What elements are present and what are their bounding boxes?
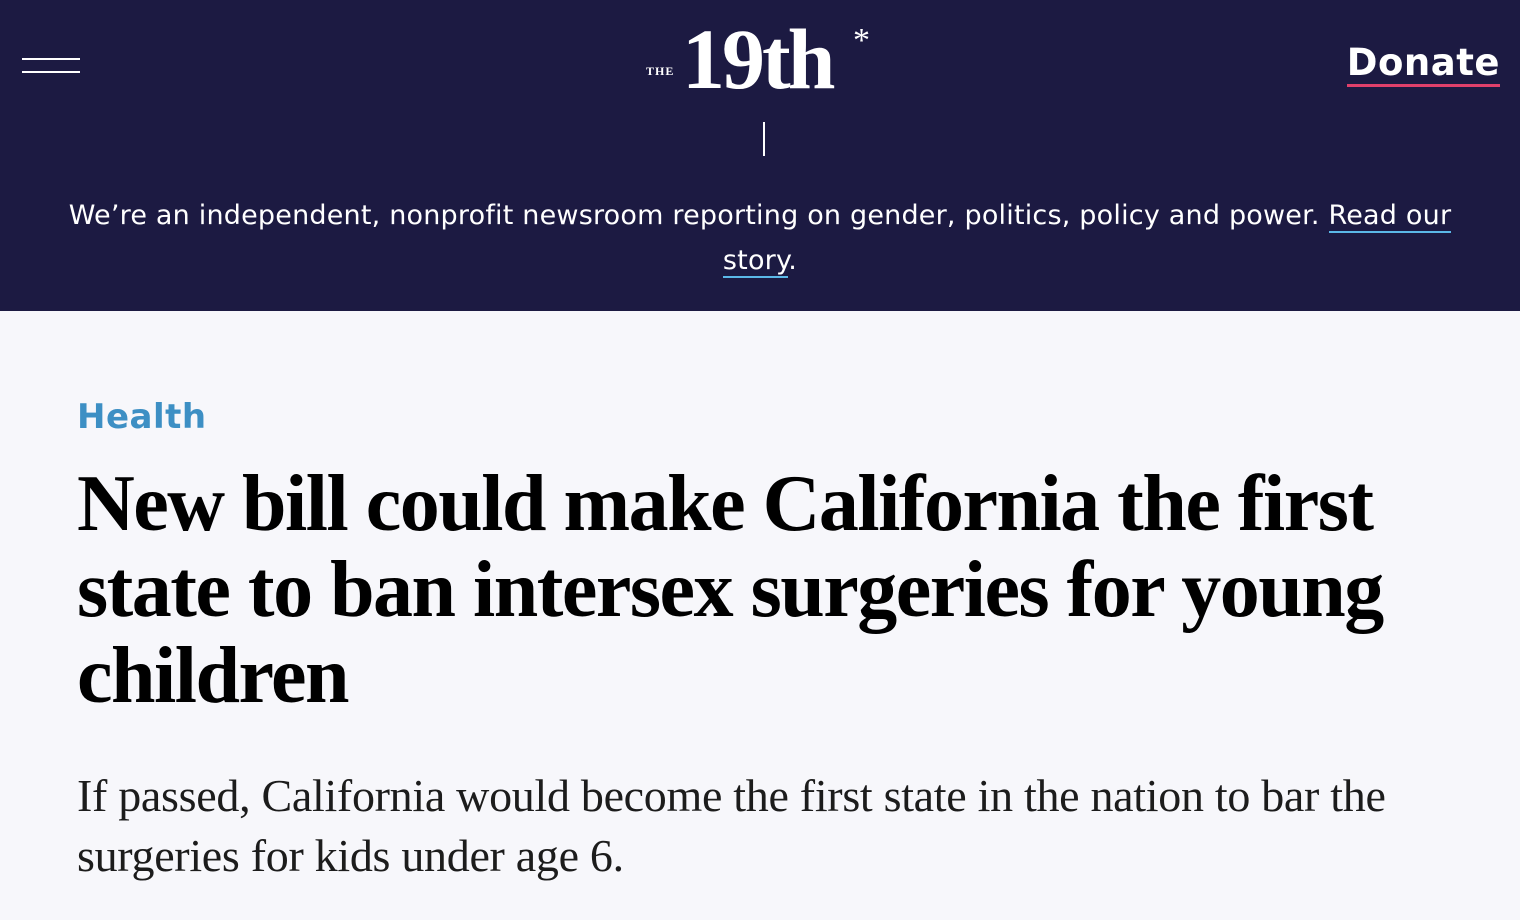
category-link[interactable]: Health: [77, 397, 207, 437]
logo-name: 19th: [682, 11, 835, 107]
tagline-text: We’re an independent, nonprofit newsroom…: [68, 200, 1329, 231]
article-headline: New bill could make California the first…: [77, 460, 1384, 720]
tagline-period: .: [788, 245, 798, 276]
site-header: THE 19th * Donate We’re an independent, …: [0, 0, 1520, 311]
logo-prefix: THE: [646, 64, 675, 78]
article-dek: If passed, California would become the f…: [77, 770, 1386, 881]
logo-asterisk: *: [853, 22, 870, 59]
hamburger-menu-icon[interactable]: [22, 56, 82, 78]
menu-line-bottom: [22, 71, 80, 73]
menu-line-top: [22, 58, 80, 60]
header-divider: [763, 122, 765, 156]
site-tagline: We’re an independent, nonprofit newsroom…: [40, 193, 1480, 283]
site-logo[interactable]: THE 19th *: [640, 16, 890, 118]
donate-button[interactable]: Donate: [1346, 42, 1500, 87]
